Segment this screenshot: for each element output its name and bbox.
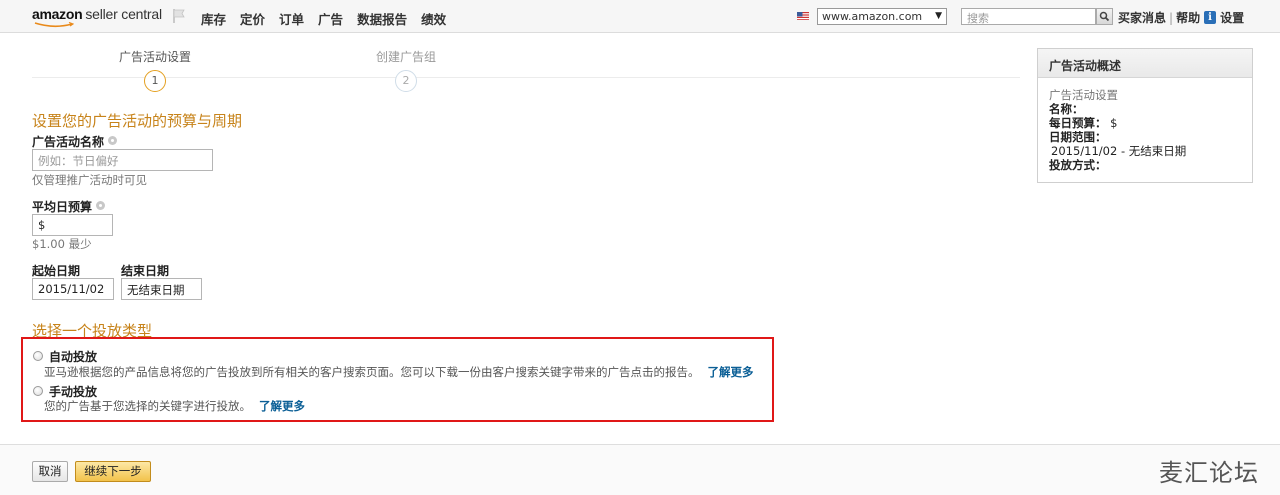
main-nav: 库存 定价 订单 广告 数据报告 绩效: [201, 9, 460, 28]
amazon-smile-icon: [34, 22, 74, 28]
settings-link[interactable]: 设置: [1220, 9, 1244, 26]
search-button[interactable]: [1096, 8, 1113, 25]
manual-targeting-radio[interactable]: [33, 386, 43, 396]
summary-date-value: 2015/11/02 - 无结束日期: [1051, 144, 1187, 158]
help-icon[interactable]: [108, 136, 118, 145]
top-links: 买家消息 | 帮助 i 设置: [1118, 9, 1244, 26]
summary-date-label: 日期范围：: [1049, 130, 1107, 144]
campaign-name-label: 广告活动名称: [32, 133, 118, 150]
campaign-summary-panel: 广告活动概述 广告活动设置 名称： 每日预算： $ 日期范围： 2015/11/…: [1037, 48, 1253, 183]
chevron-down-icon: ▼: [935, 11, 942, 21]
forum-watermark: 麦汇论坛: [1159, 459, 1259, 487]
nav-inventory[interactable]: 库存: [201, 9, 226, 28]
footer: [0, 445, 1280, 495]
auto-targeting-label[interactable]: 自动投放: [49, 348, 97, 365]
nav-advertising[interactable]: 广告: [318, 9, 343, 28]
campaign-name-input[interactable]: 例如：节日偏好: [32, 149, 213, 171]
divider: |: [1169, 10, 1174, 25]
start-date-label: 起始日期: [32, 264, 81, 278]
nav-orders[interactable]: 订单: [279, 9, 304, 28]
step-create-ad-group: 创建广告组 2: [356, 48, 456, 92]
budget-minimum-hint: $1.00 最少: [32, 237, 92, 251]
manual-targeting-desc-text: 您的广告基于您选择的关键字进行投放。: [44, 399, 251, 413]
marketplace-value: www.amazon.com: [822, 10, 923, 23]
auto-targeting-radio[interactable]: [33, 351, 43, 361]
help-icon[interactable]: [96, 201, 106, 210]
step-campaign-settings: 广告活动设置 1: [105, 48, 205, 92]
summary-subtitle: 广告活动设置: [1049, 88, 1118, 102]
amazon-seller-central-logo[interactable]: amazon seller central: [32, 6, 162, 28]
summary-title: 广告活动概述: [1038, 49, 1252, 78]
continue-button[interactable]: 继续下一步: [75, 461, 151, 482]
manual-learn-more-link[interactable]: 了解更多: [259, 399, 305, 413]
summary-name-label: 名称：: [1049, 102, 1084, 116]
summary-budget-value: $: [1110, 116, 1118, 130]
manual-targeting-description: 您的广告基于您选择的关键字进行投放。 了解更多: [44, 398, 305, 414]
auto-targeting-description: 亚马逊根据您的产品信息将您的广告投放到所有相关的客户搜索页面。您可以下载一份由客…: [44, 364, 754, 380]
logo-product-text: seller central: [85, 6, 162, 22]
help-link[interactable]: 帮助: [1176, 9, 1200, 26]
top-navigation-bar: amazon seller central 库存 定价 订单 广告 数据报告 绩效…: [0, 0, 1280, 33]
daily-budget-input[interactable]: $: [32, 214, 113, 236]
campaign-name-label-text: 广告活动名称: [32, 135, 105, 149]
step-label: 创建广告组: [375, 50, 436, 64]
nav-performance[interactable]: 绩效: [421, 9, 446, 28]
end-date-input[interactable]: 无结束日期: [121, 278, 202, 300]
step-number: 1: [144, 70, 166, 92]
summary-targeting-label: 投放方式：: [1049, 158, 1107, 172]
campaign-name-hint: 仅管理推广活动时可见: [32, 173, 147, 187]
flag-icon[interactable]: [172, 8, 186, 24]
marketplace-select[interactable]: www.amazon.com ▼: [817, 8, 947, 25]
summary-budget-label: 每日预算：: [1049, 116, 1107, 130]
summary-body: 广告活动设置 名称： 每日预算： $ 日期范围： 2015/11/02 - 无结…: [1038, 78, 1252, 182]
budget-section-title: 设置您的广告活动的预算与周期: [32, 112, 243, 130]
logo-amazon-text: amazon: [32, 6, 83, 22]
daily-budget-label-text: 平均日预算: [32, 200, 93, 214]
auto-targeting-desc-text: 亚马逊根据您的产品信息将您的广告投放到所有相关的客户搜索页面。您可以下载一份由客…: [44, 365, 700, 379]
search-input[interactable]: 搜索: [961, 8, 1096, 25]
end-date-label: 结束日期: [121, 264, 170, 278]
nav-reports[interactable]: 数据报告: [357, 9, 407, 28]
step-label: 广告活动设置: [118, 50, 191, 64]
buyer-messages-link[interactable]: 买家消息: [1118, 9, 1166, 26]
us-flag-icon: [797, 12, 809, 20]
info-icon[interactable]: i: [1204, 11, 1217, 24]
auto-learn-more-link[interactable]: 了解更多: [708, 365, 754, 379]
step-number: 2: [395, 70, 417, 92]
nav-pricing[interactable]: 定价: [240, 9, 265, 28]
cancel-button[interactable]: 取消: [32, 461, 68, 482]
search-icon: [1099, 11, 1110, 22]
start-date-input[interactable]: 2015/11/02: [32, 278, 114, 300]
daily-budget-label: 平均日预算: [32, 198, 106, 215]
